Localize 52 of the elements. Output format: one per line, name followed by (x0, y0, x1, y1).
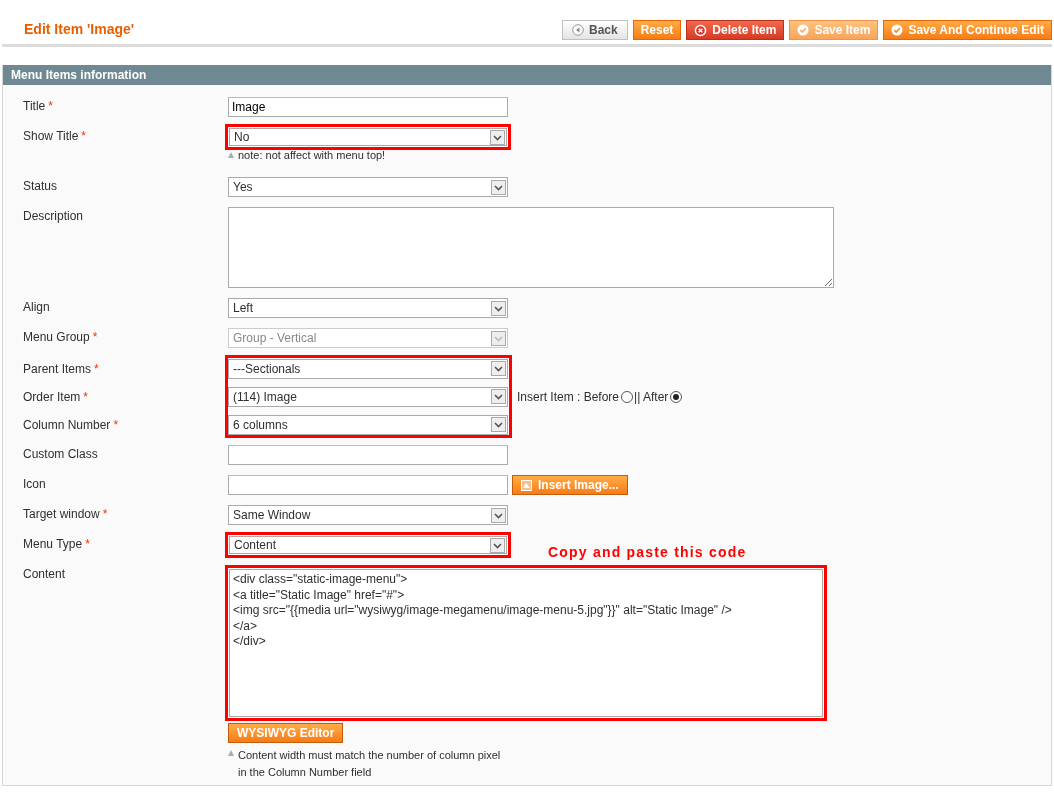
field-label: Parent Items (23, 361, 92, 376)
text-field[interactable] (228, 445, 508, 465)
back-button[interactable]: Back (562, 20, 628, 40)
field-label: Custom Class (23, 447, 98, 461)
select-field[interactable]: Same Window (228, 505, 508, 525)
check-icon (891, 24, 904, 36)
content-field[interactable]: <div class="static-image-menu"> <a title="Static Image" href="#"> <img src="{{media url="wysiwyg/image-megamenu/image-menu-5.jpg"}}" alt="Static Image" /> </a> </div> (225, 565, 827, 721)
required-asterisk: * (94, 361, 99, 376)
field-label: Align (23, 300, 50, 314)
field-label: Target window (23, 507, 100, 521)
section-header: Menu Items information (3, 65, 1051, 85)
radio-button[interactable] (621, 390, 634, 403)
radio-button[interactable] (670, 390, 683, 403)
required-asterisk: * (48, 99, 53, 113)
select-field[interactable]: Left (228, 298, 508, 318)
field-label: Show Title (23, 129, 79, 143)
note-icon (228, 152, 234, 158)
annotation-text: Copy and paste this code (548, 544, 747, 560)
select-field[interactable]: 6 columns (228, 414, 508, 435)
field-label: Icon (23, 477, 46, 491)
required-asterisk: * (83, 389, 89, 404)
text-field[interactable] (228, 475, 508, 495)
page-title: Edit Item 'Image' (24, 21, 135, 37)
required-asterisk: * (113, 417, 119, 432)
select-field[interactable]: ---Sectionals (228, 358, 508, 379)
note-icon (228, 750, 234, 756)
field-label: Status (23, 179, 58, 193)
select-field[interactable]: Yes (228, 177, 508, 197)
insert-position-label: || After (634, 389, 669, 404)
required-asterisk: * (102, 507, 108, 521)
select-field[interactable]: Content (225, 532, 511, 558)
select-field[interactable]: (114) Image (228, 386, 508, 407)
required-asterisk: * (81, 129, 87, 143)
text-field[interactable]: Image (228, 97, 508, 117)
field-label: Content (23, 567, 66, 581)
description-field[interactable] (228, 207, 834, 288)
field-label: Column Number (23, 417, 111, 432)
delete-button[interactable]: Delete Item (686, 20, 785, 40)
check-icon (797, 24, 810, 36)
field-label: Description (23, 209, 84, 223)
field-label: Menu Group (23, 330, 90, 344)
required-asterisk: * (92, 330, 98, 344)
field-note: note: not affect with menu top! (238, 149, 386, 161)
delete-icon (694, 23, 708, 37)
field-note: Content width must match the number of column pixel in the Column Number field (238, 748, 502, 780)
field-label: Order Item (23, 389, 81, 404)
field-label: Menu Type (23, 537, 83, 551)
field-label: Title (23, 99, 46, 113)
insert-position-label: Insert Item : Before (517, 389, 620, 404)
select-field[interactable]: No (225, 124, 511, 150)
image-icon (521, 479, 532, 491)
required-asterisk: * (85, 537, 90, 551)
